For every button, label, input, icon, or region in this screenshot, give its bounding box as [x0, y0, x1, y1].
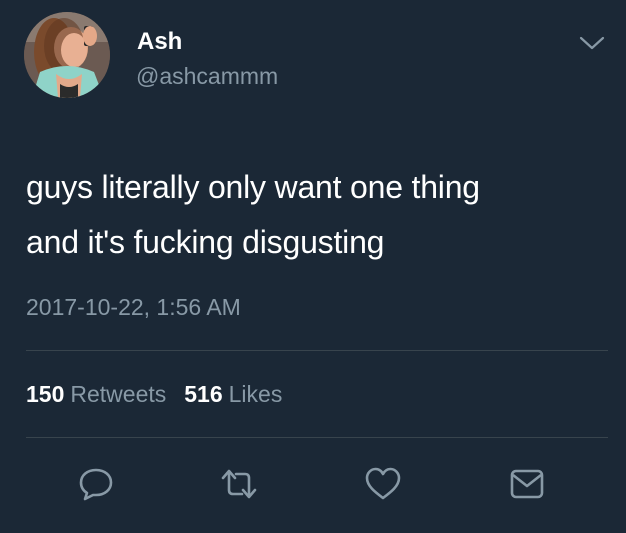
tweet-text-line-2: and it's fucking disgusting — [26, 224, 385, 260]
retweet-icon[interactable] — [220, 466, 258, 502]
retweets-count[interactable]: 150 — [26, 381, 64, 407]
likes-label[interactable]: Likes — [229, 381, 283, 407]
author-handle[interactable]: @ashcammm — [136, 62, 278, 90]
tweet-card: Ash @ashcammm guys literally only want o… — [0, 0, 626, 533]
tweet-text-line-1: guys literally only want one thing — [26, 169, 480, 205]
engagement-stats: 150 Retweets 516 Likes — [26, 380, 282, 408]
chevron-down-icon[interactable] — [578, 35, 606, 51]
author-name[interactable]: Ash — [137, 28, 182, 56]
avatar-image — [24, 12, 110, 98]
retweets-label[interactable]: Retweets — [70, 381, 166, 407]
direct-message-icon[interactable] — [508, 466, 546, 502]
tweet-text: guys literally only want one thing and i… — [26, 160, 606, 270]
divider — [26, 437, 608, 438]
divider — [26, 350, 608, 351]
timestamp[interactable]: 2017-10-22, 1:56 AM — [26, 293, 241, 321]
like-icon[interactable] — [364, 466, 402, 502]
avatar[interactable] — [24, 12, 110, 98]
reply-icon[interactable] — [77, 466, 115, 502]
likes-count[interactable]: 516 — [184, 381, 222, 407]
